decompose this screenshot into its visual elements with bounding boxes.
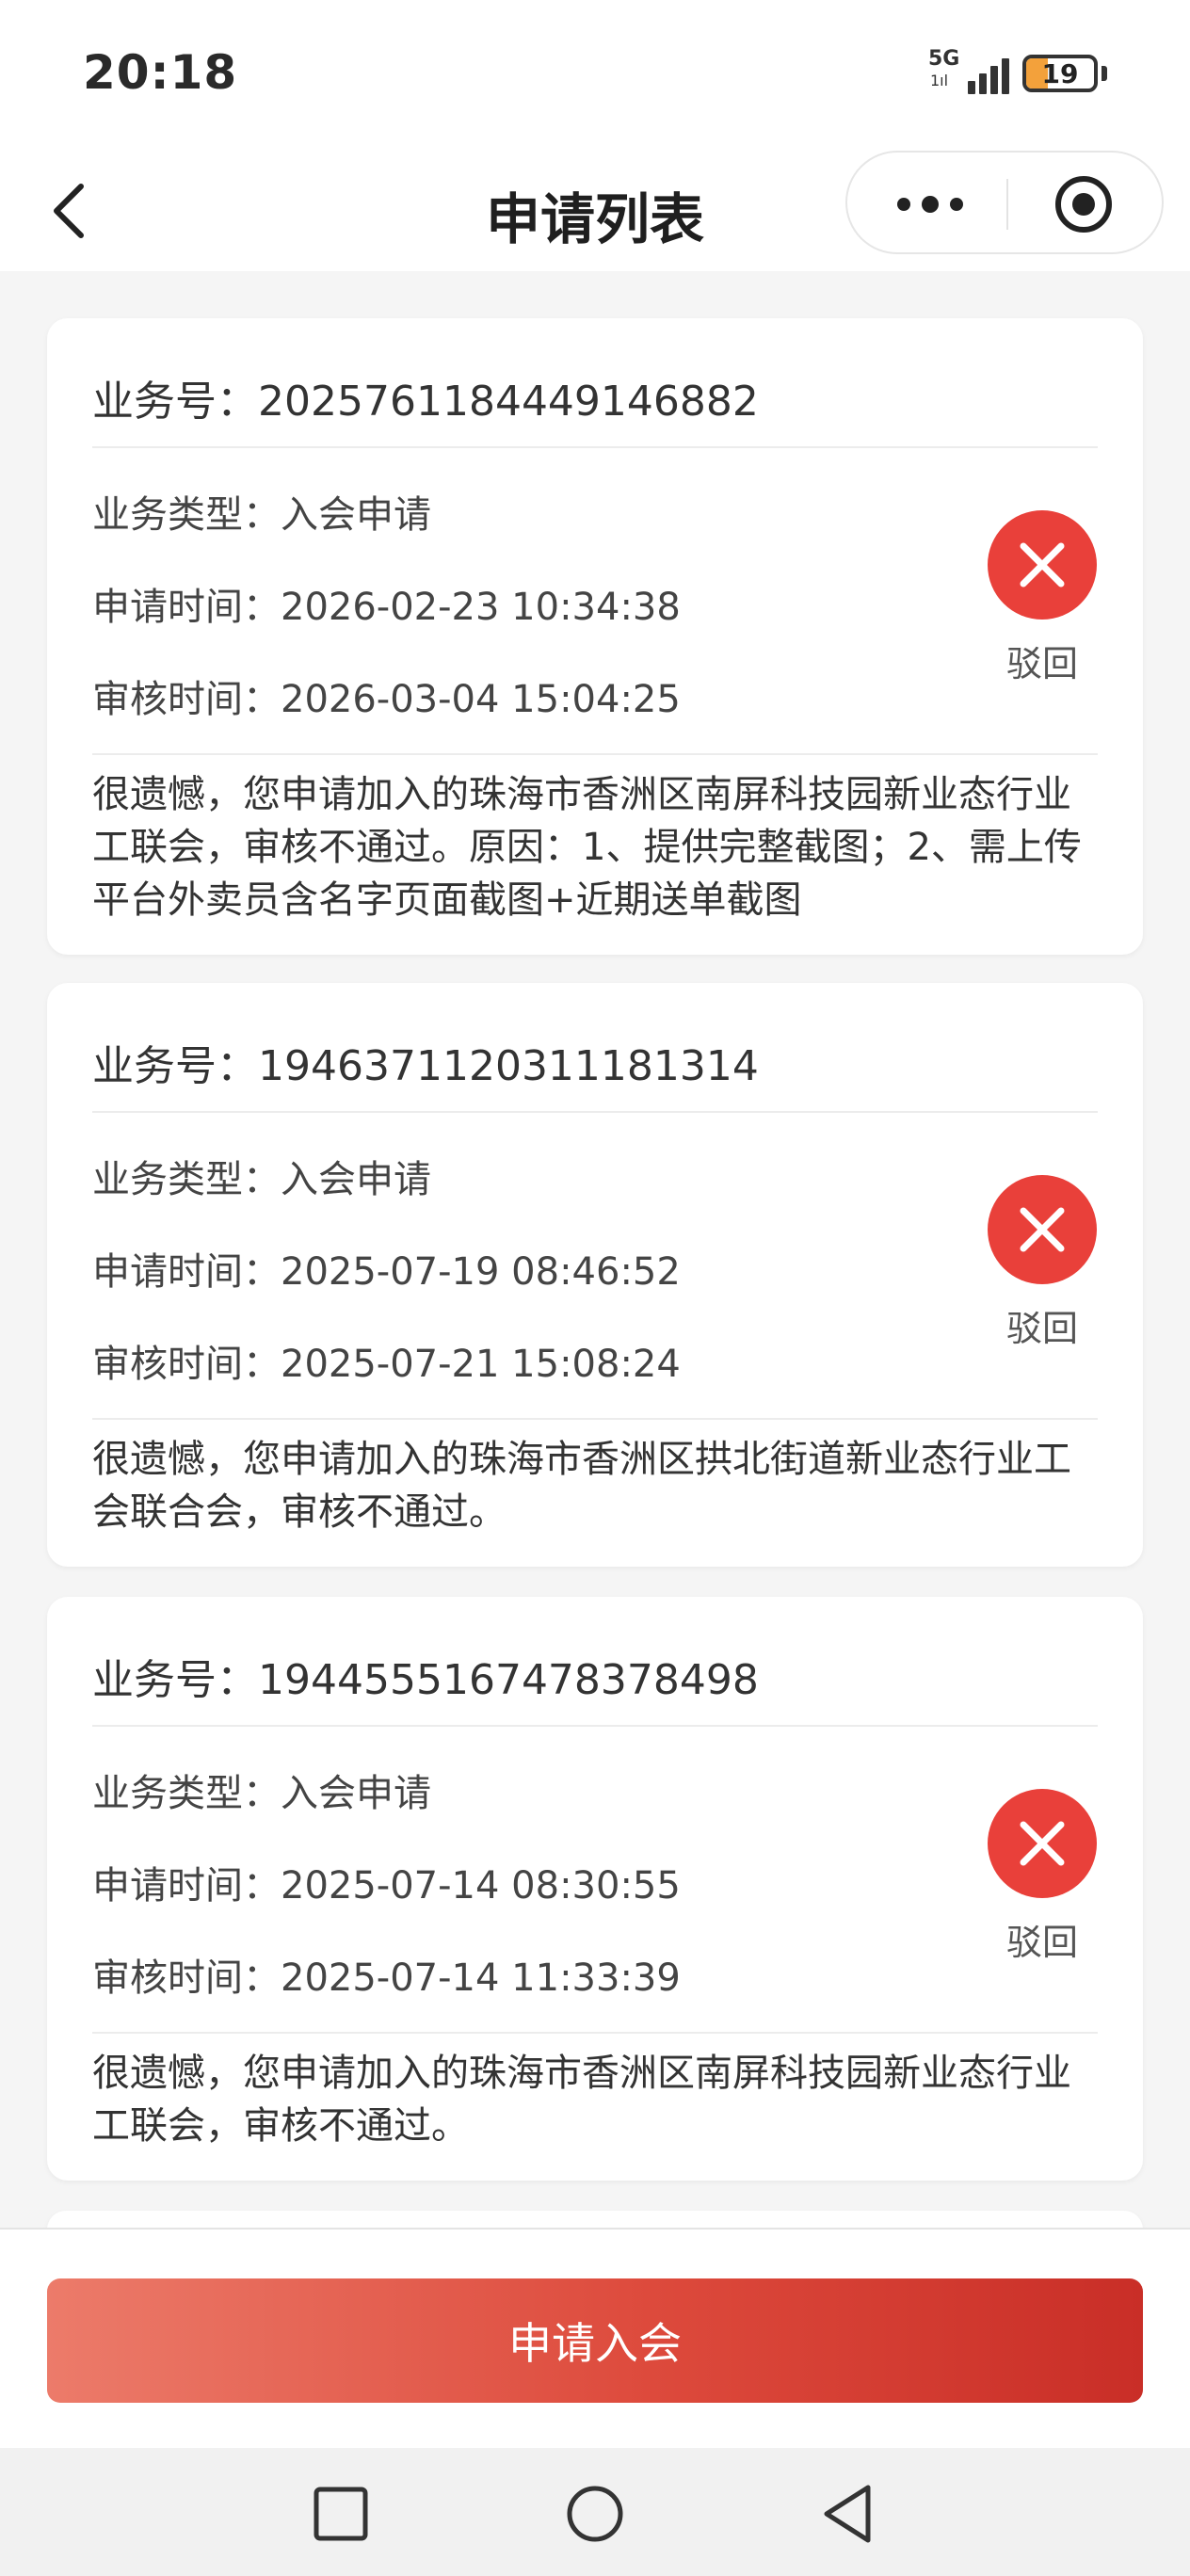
business-type: 业务类型：入会申请	[92, 1158, 431, 1201]
card-divider	[92, 1725, 1098, 1727]
status-badge: 驳回	[987, 510, 1098, 686]
card-divider	[92, 1111, 1098, 1113]
status-indicators: 5G 1ıl 19	[928, 49, 1107, 98]
signal-icon: 5G 1ıl	[928, 49, 1009, 98]
signal-bars	[968, 58, 1009, 94]
reject-x-icon	[988, 510, 1097, 620]
status-label: 驳回	[1005, 643, 1078, 684]
circle-icon[interactable]	[557, 2476, 633, 2552]
reject-x-icon	[988, 1175, 1097, 1284]
business-number: 业务号：2025761184449146882	[92, 378, 759, 426]
review-message: 很遗憾，您申请加入的珠海市香洲区南屏科技园新业态行业工联会，审核不通过。原因：1…	[92, 773, 1082, 922]
apply-time: 申请时间：2025-07-19 08:46:52	[92, 1250, 681, 1294]
target-icon[interactable]	[1053, 173, 1115, 235]
status-time: 20:18	[83, 45, 238, 100]
more-dots-icon[interactable]	[892, 181, 968, 228]
network-type: 5G	[928, 47, 960, 71]
battery-tip	[1102, 66, 1107, 81]
mini-program-capsule	[845, 151, 1164, 254]
card-divider	[92, 1418, 1098, 1420]
business-type: 业务类型：入会申请	[92, 493, 431, 537]
application-card[interactable]: 业务号：2025761184449146882 业务类型：入会申请 申请时间：2…	[47, 318, 1143, 955]
review-message: 很遗憾，您申请加入的珠海市香洲区拱北街道新业态行业工会联合会，审核不通过。	[92, 1438, 1071, 1534]
apply-time: 申请时间：2025-07-14 08:30:55	[92, 1864, 681, 1908]
status-label: 驳回	[1005, 1308, 1078, 1349]
reject-x-icon	[988, 1789, 1097, 1898]
status-badge: 驳回	[987, 1175, 1098, 1351]
bottom-action-bar: 申请入会	[0, 2228, 1190, 2448]
status-bar: 20:18 5G 1ıl 19	[0, 0, 1190, 151]
review-time: 审核时间：2025-07-21 15:08:24	[92, 1343, 681, 1386]
card-divider	[92, 753, 1098, 755]
apply-time: 申请时间：2026-02-23 10:34:38	[92, 586, 681, 629]
system-nav-bar	[0, 2448, 1190, 2576]
status-label: 驳回	[1005, 1922, 1078, 1963]
page: 20:18 5G 1ıl 19 申请列表 业务号：202576118444914…	[0, 0, 1190, 2576]
business-type: 业务类型：入会申请	[92, 1772, 431, 1815]
status-badge: 驳回	[987, 1789, 1098, 1965]
business-number: 业务号：1944555167478378498	[92, 1656, 759, 1704]
review-time: 审核时间：2026-03-04 15:04:25	[92, 678, 681, 721]
application-card[interactable]: 业务号：1944555167478378498 业务类型：入会申请 申请时间：2…	[47, 1597, 1143, 2181]
square-icon[interactable]	[303, 2476, 378, 2552]
card-divider	[92, 2032, 1098, 2034]
review-message: 很遗憾，您申请加入的珠海市香洲区南屏科技园新业态行业工联会，审核不通过。	[92, 2052, 1071, 2148]
capsule-divider	[1006, 179, 1008, 230]
battery-level: 19	[1041, 57, 1079, 89]
apply-membership-button[interactable]: 申请入会	[47, 2278, 1143, 2403]
triangle-back-icon[interactable]	[812, 2476, 887, 2552]
application-card[interactable]: 业务号：1946371120311181314 业务类型：入会申请 申请时间：2…	[47, 983, 1143, 1567]
business-number: 业务号：1946371120311181314	[92, 1042, 759, 1090]
card-divider	[92, 446, 1098, 448]
review-time: 审核时间：2025-07-14 11:33:39	[92, 1956, 681, 2000]
nav-bar: 申请列表	[0, 151, 1190, 271]
battery-icon: 19	[1022, 55, 1098, 92]
network-sub: 1ıl	[930, 72, 949, 89]
